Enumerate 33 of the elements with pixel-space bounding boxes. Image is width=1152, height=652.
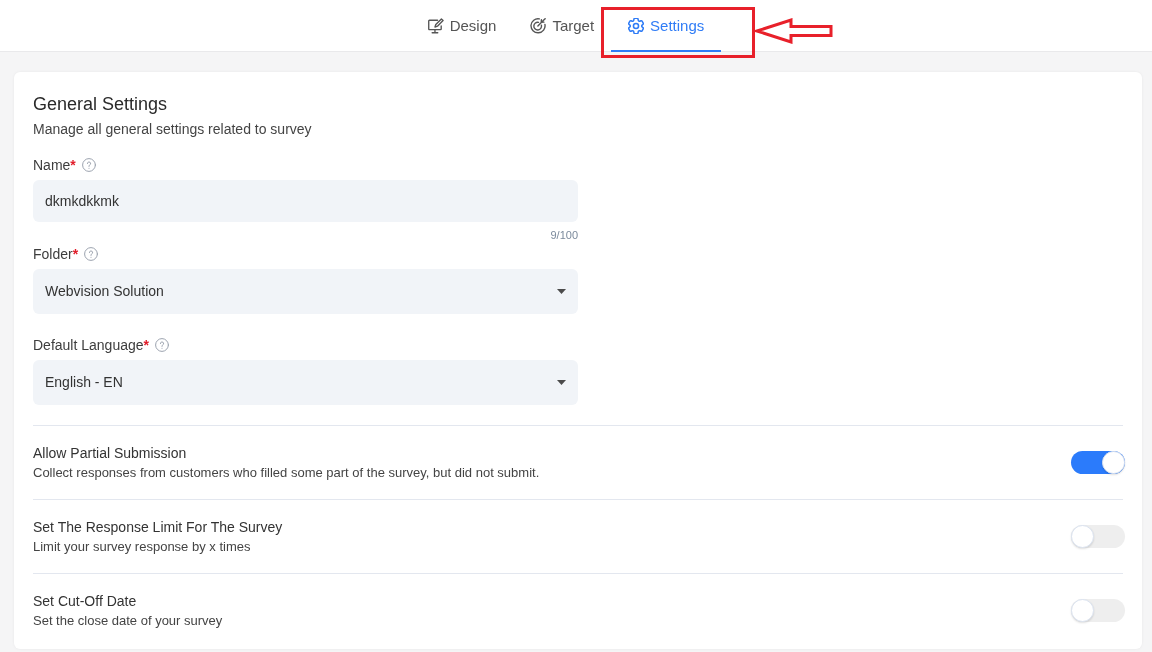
required-mark: * bbox=[143, 336, 149, 355]
toggle-switch[interactable] bbox=[1071, 451, 1125, 474]
caret-icon bbox=[557, 289, 566, 294]
field-label: Name bbox=[33, 156, 71, 175]
settings-icon bbox=[628, 18, 645, 34]
name-input[interactable]: dkmkdkkmk bbox=[33, 180, 578, 222]
option-description: Collect responses from customers who filled some part of the survey, but did not submit. bbox=[33, 464, 540, 482]
required-mark: * bbox=[70, 156, 76, 175]
required-mark: * bbox=[72, 245, 79, 264]
dropdown-select[interactable]: English - EN bbox=[33, 360, 578, 405]
tab[interactable]: Settings bbox=[611, 0, 722, 52]
dropdown-select[interactable]: Webvision Solution bbox=[33, 269, 578, 314]
tab[interactable]: Target bbox=[513, 0, 612, 52]
option-title: Set The Response Limit For The Survey bbox=[33, 518, 283, 537]
section-subtitle: Manage all general settings related to survey bbox=[33, 120, 313, 139]
monitor-pencil-icon bbox=[427, 18, 444, 34]
help-icon[interactable] bbox=[155, 338, 169, 352]
section-title: General Settings bbox=[33, 93, 169, 116]
arrow-icon bbox=[755, 18, 834, 44]
help-icon[interactable] bbox=[81, 158, 96, 172]
caret-icon bbox=[557, 380, 566, 385]
option-description: Limit your survey response by x times bbox=[33, 538, 252, 556]
option-description: Set the close date of your survey bbox=[33, 612, 223, 630]
option-title: Set Cut-Off Date bbox=[33, 592, 138, 611]
tab[interactable]: Design bbox=[410, 0, 514, 52]
field-label: Default Language bbox=[33, 336, 144, 355]
toggle-switch[interactable] bbox=[1071, 599, 1125, 622]
help-icon[interactable] bbox=[84, 247, 99, 261]
toggle-switch[interactable] bbox=[1071, 525, 1125, 548]
field-label: Folder bbox=[33, 245, 73, 264]
option-title: Allow Partial Submission bbox=[33, 444, 188, 463]
target-icon bbox=[530, 18, 547, 34]
character-counter: 9/100 bbox=[550, 228, 578, 242]
